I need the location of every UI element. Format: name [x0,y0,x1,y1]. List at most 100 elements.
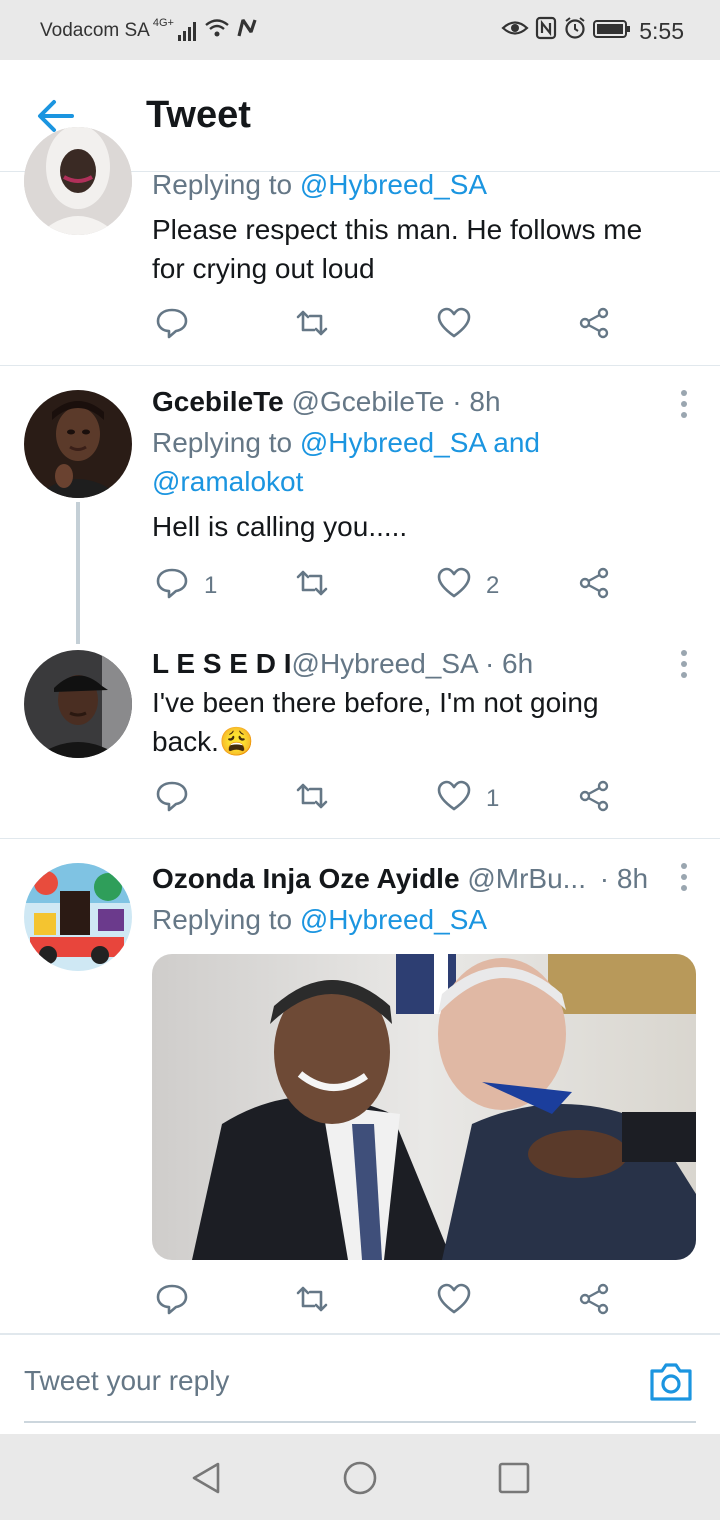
status-left: Vodacom SA 4G+ [40,17,258,44]
replying-to: Replying to @Hybreed_SA and [152,423,696,462]
status-right: 5:55 [495,16,684,46]
avatar[interactable] [24,863,132,971]
weary-face-emoji: 😩 [218,726,254,757]
more-icon[interactable] [680,390,688,418]
tweet-text: I've been there before, I'm not going [152,687,599,718]
nav-home-icon[interactable] [340,1458,380,1498]
reply-icon [154,778,190,821]
reply-count: 1 [204,572,218,599]
like-icon [436,778,472,821]
share-icon [576,565,612,608]
tweet-actions [152,306,632,346]
user-handle[interactable]: @Hybreed_SA [292,648,478,679]
user-handle[interactable]: @MrBu... [467,863,586,894]
avatar[interactable] [24,127,132,235]
more-icon[interactable] [680,650,688,678]
like-icon [436,305,472,348]
tweet[interactable]: GcebileTe @GcebileTe · 8h Replying to @H… [0,366,720,644]
reply-bar [0,1334,720,1434]
tweet-text-line: back.😩 [152,722,696,761]
tweet-time: · 8h [599,863,649,894]
mention-link[interactable]: @Hybreed_SA [300,904,487,935]
reply-icon [154,565,190,608]
wifi-icon [204,18,230,44]
alarm-icon [563,16,587,46]
network-type: 4G+ [152,17,174,29]
mention-link[interactable]: @Hybreed_SA and [300,427,540,458]
more-icon[interactable] [680,863,688,891]
avatar[interactable] [24,390,132,498]
display-name[interactable]: L E S E D I [152,648,292,679]
tweet-time: · 6h [484,648,534,679]
reply-button[interactable] [154,1282,190,1322]
carrier-name: Vodacom SA [40,20,150,41]
retweet-icon [294,305,330,348]
replying-label: Replying to [152,427,293,458]
retweet-icon [294,778,330,821]
reply-underline [24,1421,696,1423]
like-icon [436,1281,472,1324]
battery-icon [593,18,631,45]
user-handle[interactable]: @GcebileTe [292,386,445,417]
share-button[interactable] [576,566,612,606]
like-button[interactable] [436,1282,472,1322]
avatar[interactable] [24,650,132,758]
thread-line [76,502,80,644]
share-button[interactable] [576,306,612,346]
nav-back-icon[interactable] [186,1458,226,1498]
reply-icon [154,305,190,348]
nfc-n-icon [236,18,258,44]
tweet[interactable]: L E S E D I@Hybreed_SA · 6h I've been th… [0,638,720,838]
share-icon [576,305,612,348]
tweet-time: · 8h [452,386,501,417]
status-bar: Vodacom SA 4G+ 5:55 [0,0,720,60]
share-icon [576,778,612,821]
share-button[interactable] [576,779,612,819]
tweet-text: back. [152,726,219,757]
retweet-button[interactable] [294,306,330,346]
replying-label: Replying to [152,169,293,200]
retweet-button[interactable] [294,566,330,606]
replying-label: Replying to [152,904,293,935]
share-button[interactable] [576,1282,612,1322]
retweet-button[interactable] [294,1282,330,1322]
like-button[interactable]: 2 [436,566,499,606]
retweet-button[interactable] [294,779,330,819]
mention-link[interactable]: @ramalokot [152,462,696,501]
like-icon [436,565,472,608]
like-count: 1 [486,785,500,812]
eye-icon [501,17,529,45]
tweet-photo[interactable] [152,954,696,1260]
tweet-meta: Ozonda Inja Oze Ayidle @MrBu... · 8h [152,859,696,898]
tweet-text: Hell is calling you..... [152,511,408,542]
clock-time: 5:55 [639,17,684,44]
reply-button[interactable]: 1 [154,566,217,606]
tweet[interactable]: Replying to @Hybreed_SA Please respect t… [0,127,720,366]
tweet-meta: L E S E D I@Hybreed_SA · 6h [152,644,696,683]
tweet-text: Please respect this man. He follows me [152,214,643,245]
replying-to: Replying to @Hybreed_SA [152,900,696,939]
display-name[interactable]: GcebileTe [152,386,284,417]
tweet-actions: 1 [152,779,632,819]
retweet-icon [294,565,330,608]
reply-button[interactable] [154,779,190,819]
reply-button[interactable] [154,306,190,346]
like-button[interactable]: 1 [436,779,499,819]
tweet-meta: GcebileTe @GcebileTe · 8h [152,382,696,421]
like-button[interactable] [436,306,472,346]
replying-to: Replying to @Hybreed_SA [152,165,696,204]
tweet-text: for crying out loud [152,253,375,284]
reply-icon [154,1281,190,1324]
mention-link[interactable]: @Hybreed_SA [300,169,487,200]
system-nav-bar [0,1434,720,1520]
retweet-icon [294,1281,330,1324]
like-count: 2 [486,572,500,599]
display-name[interactable]: Ozonda Inja Oze Ayidle [152,863,460,894]
page-title: Tweet [146,94,251,136]
reply-input[interactable] [24,1365,584,1397]
tweet-actions [152,1282,632,1322]
tweet-actions: 1 2 [152,566,632,606]
nav-recents-icon[interactable] [494,1458,534,1498]
share-icon [576,1281,612,1324]
camera-icon[interactable] [648,1361,694,1403]
